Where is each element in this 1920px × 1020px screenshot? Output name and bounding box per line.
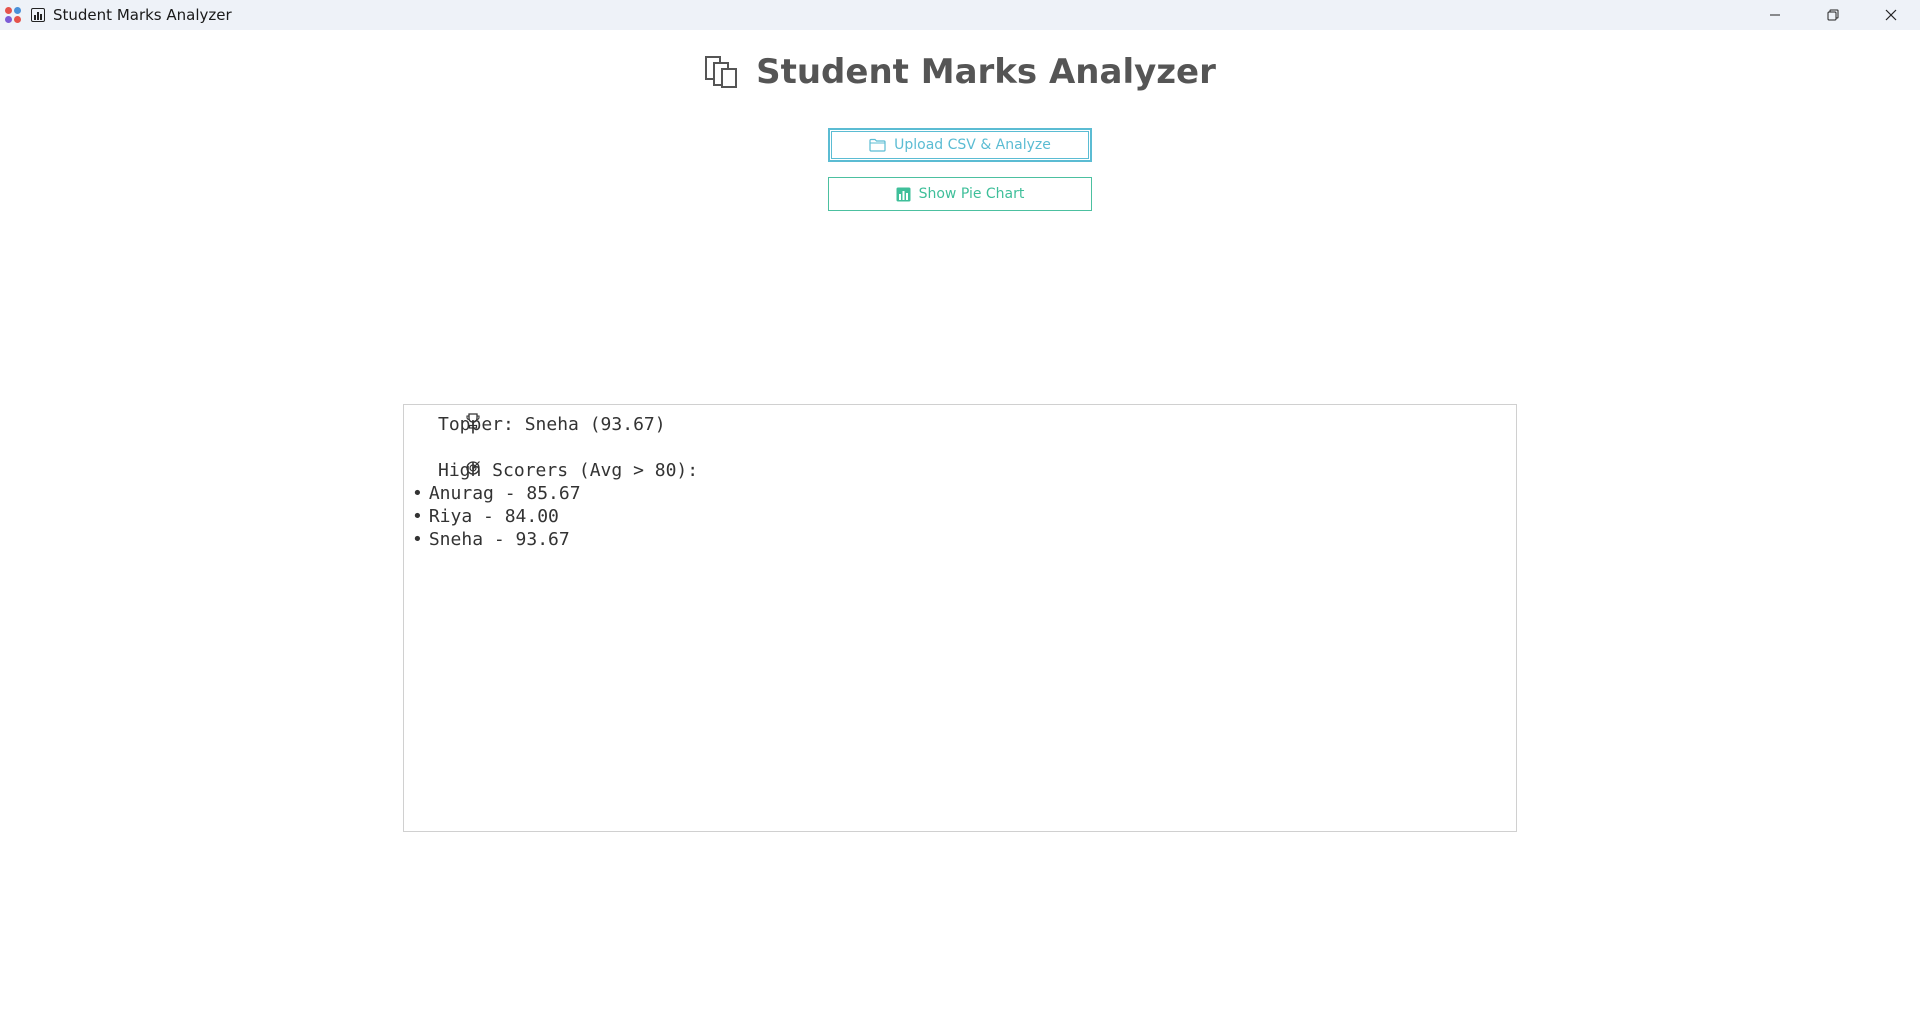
bar-chart-icon	[896, 187, 911, 202]
window-controls	[1746, 0, 1920, 30]
high-scorer-entry: Riya - 84.00	[428, 506, 559, 527]
topper-line: Topper: Sneha (93.67)	[412, 413, 1508, 436]
app-launcher-icon[interactable]	[4, 6, 22, 24]
restore-button[interactable]	[1804, 0, 1862, 30]
window-title: Student Marks Analyzer	[53, 6, 232, 24]
minimize-button[interactable]	[1746, 0, 1804, 30]
list-item: • Riya - 84.00	[412, 505, 1508, 528]
books-icon	[704, 55, 740, 89]
show-pie-chart-button[interactable]: Show Pie Chart	[828, 177, 1092, 211]
close-icon	[1885, 9, 1897, 21]
upload-csv-label: Upload CSV & Analyze	[894, 137, 1051, 153]
bullet: •	[412, 529, 423, 550]
high-scorer-entry: Sneha - 93.67	[428, 529, 570, 550]
close-button[interactable]	[1862, 0, 1920, 30]
page-title: Student Marks Analyzer	[756, 52, 1216, 92]
upload-csv-button[interactable]: Upload CSV & Analyze	[828, 128, 1092, 162]
results-textbox[interactable]: Topper: Sneha (93.67) High Scorers (Avg …	[403, 404, 1517, 832]
high-scorer-entry: Anurag - 85.67	[428, 483, 581, 504]
topper-text: Topper: Sneha (93.67)	[438, 414, 666, 435]
folder-icon	[869, 138, 886, 152]
high-scorers-heading-line: High Scorers (Avg > 80):	[412, 459, 1508, 482]
bullet: •	[412, 483, 423, 504]
minimize-icon	[1770, 14, 1780, 16]
high-scorers-heading: High Scorers (Avg > 80):	[438, 460, 699, 481]
list-item: • Sneha - 93.67	[412, 528, 1508, 551]
show-pie-chart-label: Show Pie Chart	[918, 186, 1025, 202]
page-title-row: Student Marks Analyzer	[0, 52, 1920, 92]
bullet: •	[412, 506, 423, 527]
bar-chart-icon	[31, 8, 45, 22]
list-item: • Anurag - 85.67	[412, 482, 1508, 505]
window-titlebar: Student Marks Analyzer	[0, 0, 1920, 30]
restore-icon	[1827, 9, 1839, 21]
